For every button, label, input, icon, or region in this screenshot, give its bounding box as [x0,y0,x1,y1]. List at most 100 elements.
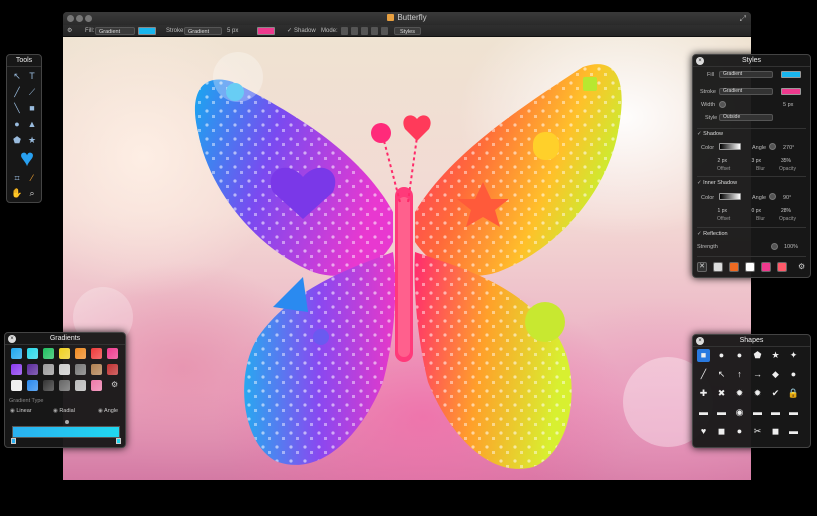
fill-color-swatch[interactable] [138,27,156,35]
mode-normal-icon[interactable] [341,27,348,35]
gradient-editor-bar[interactable] [12,426,120,438]
clear-style-icon[interactable]: ✕ [697,262,707,272]
brush-tool-icon[interactable]: ⟋ [26,86,38,98]
gradient-swatch[interactable] [27,364,38,375]
shape-library-icon[interactable]: ◉ [733,406,746,419]
gradient-stop-start[interactable] [11,438,16,444]
shadow-opacity-value[interactable]: 35% [769,158,791,164]
shape-library-icon[interactable]: ● [715,349,728,362]
pen-tool-icon[interactable]: ╱ [11,86,23,98]
rectangle-tool-icon[interactable]: ■ [26,102,38,114]
shape-library-icon[interactable]: → [751,368,764,381]
shape-library-icon[interactable]: ▬ [787,425,800,438]
gradient-swatch[interactable] [75,348,86,359]
inner-shadow-opacity-value[interactable]: 28% [769,208,791,214]
gradient-midpoint-handle[interactable] [65,420,69,424]
mode-intersect-icon[interactable] [371,27,378,35]
shape-library-icon[interactable]: ★ [769,349,782,362]
heart-shape-tool-icon[interactable]: ♥ [17,147,37,171]
shape-library-icon[interactable]: ▬ [751,406,764,419]
shape-library-icon[interactable]: ▬ [787,406,800,419]
document-canvas[interactable] [63,37,751,480]
shape-library-icon[interactable]: ↑ [733,368,746,381]
shape-library-icon[interactable]: 🔒 [787,387,800,400]
reflection-strength-knob[interactable] [771,243,778,250]
presets-gear-icon[interactable]: ⚙ [798,262,805,271]
shape-library-icon[interactable]: ╱ [697,368,710,381]
gradient-swatch[interactable] [43,364,54,375]
gradient-swatch[interactable] [43,348,54,359]
mode-union-icon[interactable] [351,27,358,35]
shape-library-icon[interactable]: ● [787,368,800,381]
shadow-color-swatch[interactable] [719,143,741,150]
crop-tool-icon[interactable]: ⌗ [11,172,23,184]
gradient-type-radial[interactable]: Radial [53,408,75,414]
shape-library-icon[interactable]: ▬ [769,406,782,419]
shape-library-icon[interactable]: ▬ [715,406,728,419]
inner-shadow-color-swatch[interactable] [719,193,741,200]
gradient-swatch[interactable] [11,348,22,359]
gradient-swatch[interactable] [75,364,86,375]
gradient-swatch[interactable] [107,348,118,359]
fullscreen-icon[interactable]: ⤢ [740,14,746,24]
stroke-select[interactable]: Gradient [184,27,222,35]
shape-library-icon[interactable]: ◼ [715,425,728,438]
shape-library-icon[interactable]: ◆ [769,368,782,381]
shadow-blur-value[interactable]: 3 px [739,158,761,164]
eyedropper-tool-icon[interactable]: ⁄ [26,172,38,184]
shadow-offset-value[interactable]: 2 px [705,158,727,164]
mode-exclude-icon[interactable] [381,27,388,35]
inner-shadow-angle-dial[interactable] [769,193,776,200]
gradient-swatch[interactable] [59,348,70,359]
shape-library-icon[interactable]: ✚ [697,387,710,400]
select-arrow-icon[interactable]: ↖ [11,70,23,82]
fill-select[interactable]: Gradient [95,27,135,35]
shadow-checkbox[interactable]: Shadow [697,131,723,137]
shape-library-icon[interactable]: ● [733,425,746,438]
shape-library-icon[interactable]: ■ [697,349,710,362]
mode-subtract-icon[interactable] [361,27,368,35]
gradient-swatch[interactable] [59,380,70,391]
shadow-checkbox[interactable]: ✓ [287,27,292,35]
stroke-type-select[interactable]: Gradient [719,88,773,95]
gradient-swatch[interactable] [91,380,102,391]
style-preset-swatch[interactable] [729,262,739,272]
width-value[interactable]: 5 px [783,102,793,108]
gradient-stop-end[interactable] [116,438,121,444]
shape-library-icon[interactable]: ◼ [769,425,782,438]
shape-library-icon[interactable]: ✹ [733,387,746,400]
gradient-swatch[interactable] [27,380,38,391]
reflection-strength-value[interactable]: 100% [784,244,798,250]
shape-library-icon[interactable]: ↖ [715,368,728,381]
shape-library-icon[interactable]: ✂ [751,425,764,438]
stroke-width-value[interactable]: 5 px [227,27,238,35]
inner-shadow-blur-value[interactable]: 0 px [739,208,761,214]
shape-library-icon[interactable]: ✖ [715,387,728,400]
inner-shadow-offset-value[interactable]: 1 px [705,208,727,214]
triangle-tool-icon[interactable]: ▲ [26,118,38,130]
gradient-swatch[interactable] [91,348,102,359]
style-preset-swatch[interactable] [713,262,723,272]
hand-tool-icon[interactable]: ✋ [11,187,23,199]
styles-button[interactable]: Styles [394,27,421,35]
style-preset-swatch[interactable] [777,262,787,272]
shape-library-icon[interactable]: ♥ [697,425,710,438]
line-tool-icon[interactable]: ╲ [11,102,23,114]
fill-type-select[interactable]: Gradient [719,71,773,78]
gradient-swatch[interactable] [59,364,70,375]
width-slider-knob[interactable] [719,101,726,108]
gradient-swatch[interactable] [91,364,102,375]
gradient-swatch[interactable] [43,380,54,391]
shadow-angle-value[interactable]: 270° [783,145,794,151]
gradient-type-linear[interactable]: Linear [10,408,31,414]
reflection-checkbox[interactable]: Reflection [697,231,727,237]
gradient-swatch[interactable] [107,364,118,375]
settings-gear-icon[interactable]: ⚙ [67,27,72,35]
inner-shadow-checkbox[interactable]: Inner Shadow [697,180,737,186]
stroke-color-swatch[interactable] [257,27,275,35]
shape-library-icon[interactable]: ✦ [787,349,800,362]
gradient-swatch[interactable] [27,348,38,359]
zoom-tool-icon[interactable]: ⌕ [26,187,38,199]
inner-shadow-angle-value[interactable]: 90° [783,195,791,201]
stroke-style-select[interactable]: Outside [719,114,773,121]
